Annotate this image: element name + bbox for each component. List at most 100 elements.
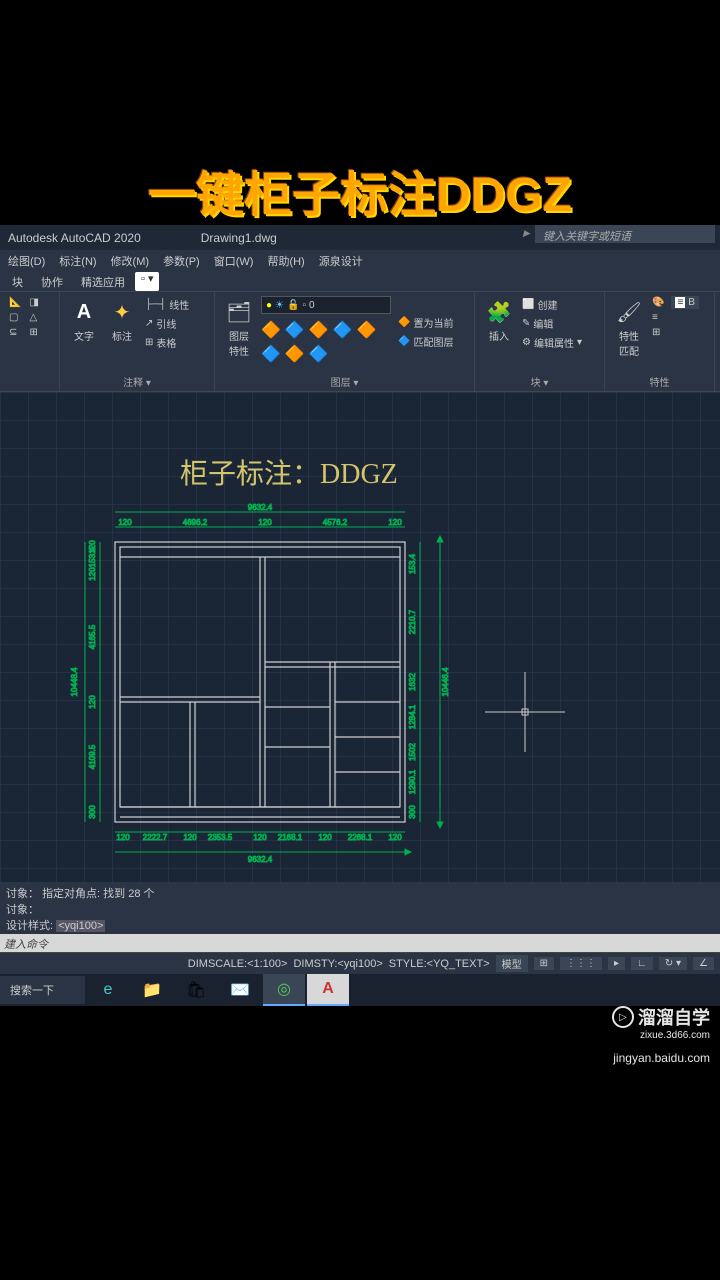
autocad-window: Autodesk AutoCAD 2020 Drawing1.dwg 键入关键字… (0, 225, 720, 1005)
autocad-taskbar-icon[interactable]: A (307, 974, 349, 1006)
edge-icon[interactable]: e (87, 974, 129, 1006)
tab-xiezuo[interactable]: 协作 (33, 272, 71, 291)
svg-text:2353.5: 2353.5 (208, 833, 233, 842)
svg-text:120: 120 (258, 518, 272, 527)
command-history: 讨象： 指定对角点: 找到 28 个 讨象： 设计样式: <yqi100> (0, 882, 720, 934)
svg-text:1502: 1502 (408, 743, 417, 761)
svg-text:120: 120 (88, 695, 97, 709)
panel-label-props: 特性 (605, 374, 714, 389)
status-style: STYLE:<YQ_TEXT> (389, 958, 490, 970)
status-dimscale: DIMSCALE:<1:100> (188, 958, 288, 970)
layer-tool-icon[interactable]: 🔶 (261, 320, 281, 340)
tool-icon[interactable]: ◨ (28, 296, 39, 309)
crosshair-cursor-icon (485, 672, 565, 752)
grid-icon[interactable]: ⊞ (534, 957, 554, 970)
mail-icon[interactable]: ✉️ (219, 974, 261, 1006)
file-name: Drawing1.dwg (201, 231, 277, 245)
linetype-button[interactable]: ⊞ (651, 326, 665, 339)
tool-icon[interactable]: 📐 (8, 296, 22, 309)
status-toggle-icon[interactable]: ▸ (608, 957, 625, 970)
svg-text:9632.4: 9632.4 (248, 503, 273, 512)
svg-text:2210.7: 2210.7 (408, 609, 417, 634)
svg-text:4696.2: 4696.2 (183, 518, 208, 527)
menu-annotate[interactable]: 标注(N) (59, 253, 96, 269)
svg-text:1632: 1632 (408, 673, 417, 691)
browser-360-icon[interactable]: ◎ (263, 974, 305, 1006)
menu-window[interactable]: 窗口(W) (214, 253, 254, 269)
svg-text:300: 300 (408, 805, 417, 819)
svg-text:300: 300 (88, 805, 97, 819)
play-icon: ▷ (612, 1006, 634, 1028)
status-toggle-icon[interactable]: ∟ (631, 957, 653, 970)
match-layer-button[interactable]: 🔷 匹配图层 (397, 333, 454, 350)
layer-tool-icon[interactable]: 🔶 (309, 320, 329, 340)
svg-text:120: 120 (388, 518, 402, 527)
svg-text:4576.2: 4576.2 (323, 518, 348, 527)
cabinet-drawing: 9632.4 120 4696.2 120 4576.2 120 120 222… (65, 502, 465, 882)
status-toggle-icon[interactable]: ∠ (693, 957, 714, 970)
svg-text:120: 120 (318, 833, 332, 842)
menu-param[interactable]: 参数(P) (163, 253, 200, 269)
lineweight-button[interactable]: ≡ (651, 311, 665, 324)
tool-icon[interactable]: ⊞ (28, 326, 39, 339)
layer-tool-icon[interactable]: 🔶 (285, 344, 305, 364)
svg-text:120: 120 (388, 833, 402, 842)
svg-text:120: 120 (253, 833, 267, 842)
edit-block-button[interactable]: ✎ 编辑 (521, 315, 583, 332)
bylayer-dropdown[interactable]: ≡ B (671, 296, 699, 309)
svg-text:120: 120 (116, 833, 130, 842)
tool-icon[interactable]: ⊆ (8, 326, 22, 339)
tab-toggle-icon[interactable]: ▫ ▾ (135, 272, 159, 291)
menu-bar: 绘图(D) 标注(N) 修改(M) 参数(P) 窗口(W) 帮助(H) 源泉设计 (0, 250, 720, 272)
grid-icon[interactable]: ⋮⋮⋮ (560, 957, 602, 970)
ribbon: 📐 ▢ ⊆ ◨ △ ⊞ A 文字 ✦ 标注 (0, 292, 720, 392)
svg-text:4165.5: 4165.5 (88, 624, 97, 649)
windows-taskbar: 搜索一下 e 📁 🛍 ✉️ ◎ A (0, 974, 720, 1006)
store-icon[interactable]: 🛍 (175, 974, 217, 1006)
status-dimsty: DIMSTY:<yqi100> (293, 958, 382, 970)
table-button[interactable]: ⊞ 表格 (144, 334, 190, 351)
layer-tool-icon[interactable]: 🔷 (261, 344, 281, 364)
tab-jingxuan[interactable]: 精选应用 (73, 272, 133, 291)
edit-attr-button[interactable]: ⚙ 编辑属性 ▾ (521, 334, 583, 351)
color-wheel-icon[interactable]: 🎨 (651, 296, 665, 309)
video-title-overlay: 一键柜子标注DDGZ (0, 155, 720, 225)
set-current-layer-button[interactable]: 🔶 置为当前 (397, 314, 454, 331)
panel-label-block: 块 ▾ (475, 374, 604, 389)
layer-tool-icon[interactable]: 🔷 (285, 320, 305, 340)
search-input[interactable]: 键入关键字或短语 (535, 225, 715, 243)
panel-label-annotate: 注释 ▾ (60, 374, 214, 389)
menu-modify[interactable]: 修改(M) (111, 253, 150, 269)
menu-help[interactable]: 帮助(H) (267, 253, 304, 269)
svg-text:2222.7: 2222.7 (143, 833, 168, 842)
svg-text:120: 120 (183, 833, 197, 842)
layer-tool-icon[interactable]: 🔷 (333, 320, 353, 340)
tool-icon[interactable]: ▢ (8, 311, 22, 324)
layer-dropdown[interactable]: ●☀🔓▫ 0 (261, 296, 391, 314)
command-input[interactable]: 建入命令 (0, 934, 720, 952)
svg-text:4109.5: 4109.5 (88, 744, 97, 769)
svg-text:2168.1: 2168.1 (278, 833, 303, 842)
refresh-icon[interactable]: ↻ ▾ (659, 957, 687, 970)
explorer-icon[interactable]: 📁 (131, 974, 173, 1006)
menu-yuanquan[interactable]: 源泉设计 (319, 253, 363, 269)
taskbar-search[interactable]: 搜索一下 (0, 976, 85, 1004)
svg-text:9632.4: 9632.4 (248, 855, 273, 864)
layer-tool-icon[interactable]: 🔷 (309, 344, 329, 364)
svg-text:1290.1: 1290.1 (408, 769, 417, 794)
watermark-brand: 溜溜自学 (638, 1004, 710, 1030)
create-block-button[interactable]: ⬜ 创建 (521, 296, 583, 313)
panel-label-layer: 图层 ▾ (215, 374, 474, 389)
app-title: Autodesk AutoCAD 2020 (8, 231, 141, 245)
tool-icon[interactable]: △ (28, 311, 39, 324)
menu-draw[interactable]: 绘图(D) (8, 253, 45, 269)
model-button[interactable]: 模型 (496, 955, 528, 972)
tab-kuai[interactable]: 块 (4, 272, 31, 291)
drawing-canvas[interactable]: 柜子标注：DDGZ 9632.4 120 4696.2 120 4576.2 1… (0, 392, 720, 882)
linear-dim-button[interactable]: ├─┤ 线性 (144, 296, 190, 313)
leader-button[interactable]: ↗ 引线 (144, 315, 190, 332)
status-bar: DIMSCALE:<1:100> DIMSTY:<yqi100> STYLE:<… (0, 952, 720, 974)
svg-text:10448.4: 10448.4 (70, 667, 79, 696)
layer-tool-icon[interactable]: 🔶 (357, 320, 377, 340)
titlebar: Autodesk AutoCAD 2020 Drawing1.dwg 键入关键字… (0, 225, 720, 250)
